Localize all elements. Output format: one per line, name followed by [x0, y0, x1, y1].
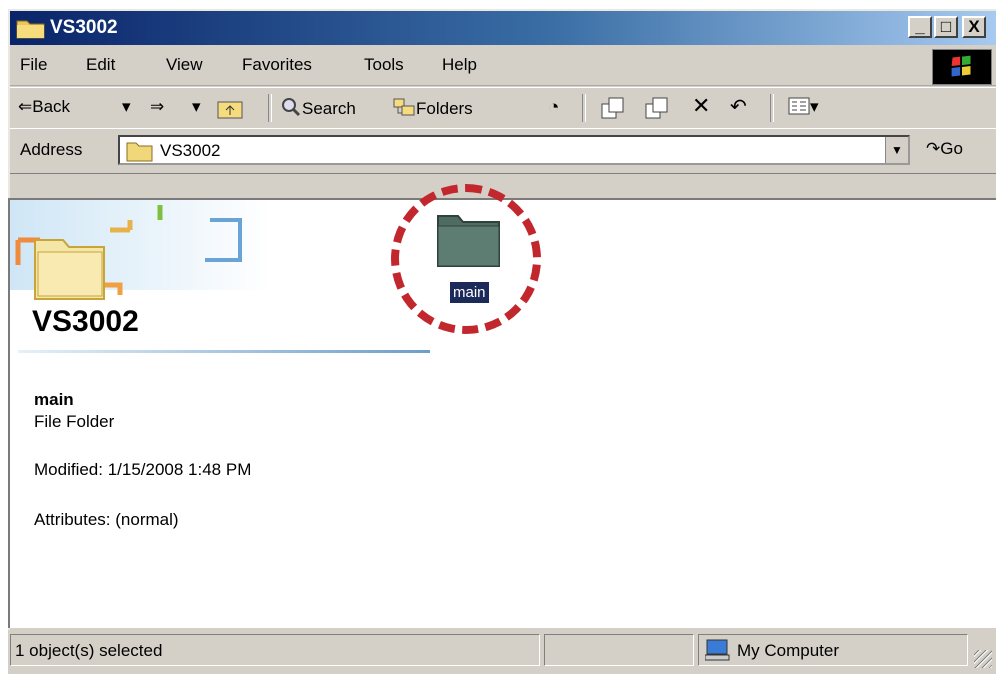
move-to-icon[interactable]	[600, 96, 626, 120]
folders-button[interactable]: Folders	[392, 97, 473, 119]
search-button[interactable]: Search	[280, 97, 356, 119]
menu-favorites[interactable]: Favorites	[242, 55, 312, 75]
menu-file[interactable]: File	[20, 55, 47, 75]
address-label: Address	[20, 140, 83, 159]
folder-icon	[16, 20, 45, 39]
resize-grip[interactable]	[974, 650, 992, 668]
go-button[interactable]: ↷Go	[926, 139, 963, 159]
copy-to-icon[interactable]	[644, 96, 670, 120]
window-title: VS3002	[50, 17, 118, 38]
menu-edit[interactable]: Edit	[86, 55, 115, 75]
go-arrow-icon: ↷	[926, 139, 941, 158]
back-arrow-icon: ⇐	[18, 97, 33, 116]
title-bar[interactable]: VS3002 _ □ X	[10, 11, 996, 45]
highlight-circle-annotation	[391, 184, 541, 334]
address-dropdown-icon[interactable]: ▼	[885, 137, 908, 163]
folders-icon	[393, 98, 415, 116]
address-field[interactable]: VS3002 ▼	[118, 135, 910, 165]
windows-logo-icon	[932, 49, 992, 85]
forward-dropdown-icon[interactable]: ▾	[192, 97, 201, 117]
menu-bar: File Edit View Favorites Tools Help	[10, 47, 996, 86]
forward-arrow-icon[interactable]: ⇒	[150, 97, 164, 117]
status-zone: My Computer	[737, 641, 840, 660]
standard-toolbar: ⇐Back ▾ ⇒ ▾ Search Folders ◔ ✕ ↶ ▾	[10, 87, 996, 129]
folder-icon	[126, 142, 153, 162]
status-bar: 1 object(s) selected My Computer	[8, 630, 996, 674]
views-button[interactable]: ▾	[788, 97, 819, 117]
folder-title: VS3002	[32, 305, 139, 338]
menu-view[interactable]: View	[166, 55, 203, 75]
menu-help[interactable]: Help	[442, 55, 477, 75]
delete-icon[interactable]: ✕	[692, 93, 710, 119]
my-computer-icon	[705, 639, 730, 661]
menu-tools[interactable]: Tools	[364, 55, 404, 75]
selected-item-attributes: Attributes: (normal)	[34, 510, 179, 529]
close-button[interactable]: X	[962, 16, 986, 38]
status-selection: 1 object(s) selected	[15, 641, 163, 660]
up-folder-icon[interactable]	[216, 98, 244, 120]
maximize-button[interactable]: □	[934, 16, 958, 38]
search-icon	[282, 98, 301, 117]
back-button[interactable]: ⇐Back	[18, 97, 70, 117]
history-icon[interactable]: ◔	[548, 97, 559, 119]
selected-item-name: main	[34, 390, 74, 409]
back-dropdown-icon[interactable]: ▾	[122, 97, 131, 117]
selected-item-type: File Folder	[34, 412, 115, 431]
views-icon	[788, 97, 810, 115]
address-bar: Address VS3002 ▼ ↷Go	[10, 128, 996, 174]
title-divider	[18, 350, 430, 353]
address-value: VS3002	[160, 141, 221, 160]
undo-icon[interactable]: ↶	[730, 94, 747, 119]
selected-item-modified: Modified: 1/15/2008 1:48 PM	[34, 460, 252, 479]
minimize-button[interactable]: _	[908, 16, 932, 38]
folder-view: VS3002 main File Folder Modified: 1/15/2…	[8, 184, 996, 628]
